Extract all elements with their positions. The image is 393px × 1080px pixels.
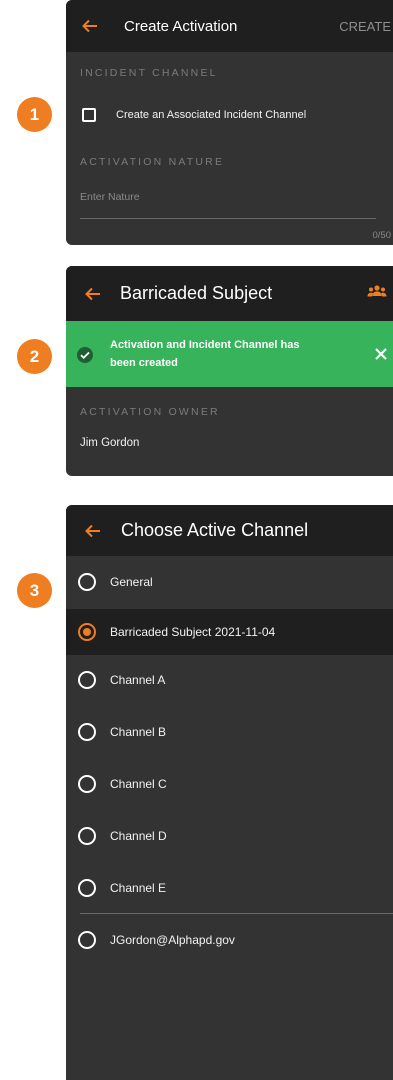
- back-button[interactable]: [83, 284, 103, 304]
- activation-owner-section-label: ACTIVATION OWNER: [80, 406, 220, 418]
- members-button[interactable]: [367, 284, 387, 303]
- character-counter: 0/50: [372, 230, 392, 241]
- channel-label: Channel D: [110, 829, 167, 843]
- page-title: Barricaded Subject: [120, 283, 273, 303]
- choose-channel-panel: Choose Active Channel General Barricaded…: [66, 505, 393, 1080]
- radio-button[interactable]: [78, 671, 96, 689]
- radio-button[interactable]: [78, 775, 96, 793]
- radio-button[interactable]: [78, 827, 96, 845]
- channel-option-barricaded-subject[interactable]: Barricaded Subject 2021-11-04: [66, 609, 393, 655]
- choose-channel-header: Choose Active Channel: [66, 505, 393, 556]
- nature-input[interactable]: Enter Nature: [66, 181, 376, 219]
- radio-button[interactable]: [78, 573, 96, 591]
- channel-label: General: [110, 575, 153, 589]
- create-button[interactable]: CREATE: [339, 19, 391, 34]
- close-icon[interactable]: [374, 347, 388, 361]
- page-title: Choose Active Channel: [121, 520, 309, 540]
- group-people-icon: [367, 285, 387, 297]
- back-button[interactable]: [80, 16, 100, 36]
- channel-option-b[interactable]: Channel B: [66, 707, 393, 759]
- radio-button[interactable]: [78, 723, 96, 741]
- barricaded-subject-header: Barricaded Subject: [66, 266, 393, 321]
- step-badge-1: 1: [17, 97, 52, 132]
- arrow-left-icon: [85, 287, 100, 300]
- radio-button[interactable]: [78, 879, 96, 897]
- success-message-line-2: been created: [110, 357, 178, 369]
- success-banner: Activation and Incident Channel has been…: [66, 321, 393, 387]
- barricaded-subject-panel: Barricaded Subject Activation and Incide…: [66, 266, 393, 476]
- success-message-line-1: Activation and Incident Channel has: [110, 339, 300, 351]
- success-message: Activation and Incident Channel has been…: [110, 336, 299, 372]
- channel-label: Channel A: [110, 673, 166, 687]
- create-activation-header: Create Activation CREATE: [66, 0, 393, 52]
- channel-option-d[interactable]: Channel D: [66, 811, 393, 863]
- activation-owner-name: Jim Gordon: [80, 437, 140, 449]
- incident-channel-section-label: INCIDENT CHANNEL: [80, 67, 218, 79]
- radio-button-selected[interactable]: [78, 623, 96, 641]
- radio-button[interactable]: [78, 931, 96, 949]
- page-title: Create Activation: [124, 17, 238, 35]
- nature-placeholder: Enter Nature: [80, 191, 140, 203]
- channel-label: Channel B: [110, 725, 167, 739]
- channel-option-e[interactable]: Channel E: [66, 863, 393, 913]
- checkbox-label: Create an Associated Incident Channel: [116, 109, 307, 121]
- input-underline: [80, 218, 376, 219]
- step-badge-2: 2: [17, 339, 52, 374]
- channel-option-c[interactable]: Channel C: [66, 759, 393, 811]
- channel-label: JGordon@Alphapd.gov: [110, 933, 235, 947]
- back-button[interactable]: [83, 521, 103, 541]
- channel-label: Channel E: [110, 881, 167, 895]
- channel-option-a[interactable]: Channel A: [66, 655, 393, 707]
- associated-channel-checkbox[interactable]: [82, 108, 96, 122]
- channel-option-general[interactable]: General: [66, 556, 393, 609]
- channel-option-direct-message[interactable]: JGordon@Alphapd.gov: [66, 914, 393, 966]
- channel-label: Channel C: [110, 777, 167, 791]
- create-activation-panel: Create Activation CREATE INCIDENT CHANNE…: [66, 0, 393, 245]
- activation-nature-section-label: ACTIVATION NATURE: [80, 156, 225, 168]
- step-badge-3: 3: [17, 573, 52, 608]
- arrow-left-icon: [82, 19, 97, 33]
- check-circle-icon: [77, 347, 93, 363]
- channel-label: Barricaded Subject 2021-11-04: [110, 625, 276, 639]
- arrow-left-icon: [85, 524, 100, 537]
